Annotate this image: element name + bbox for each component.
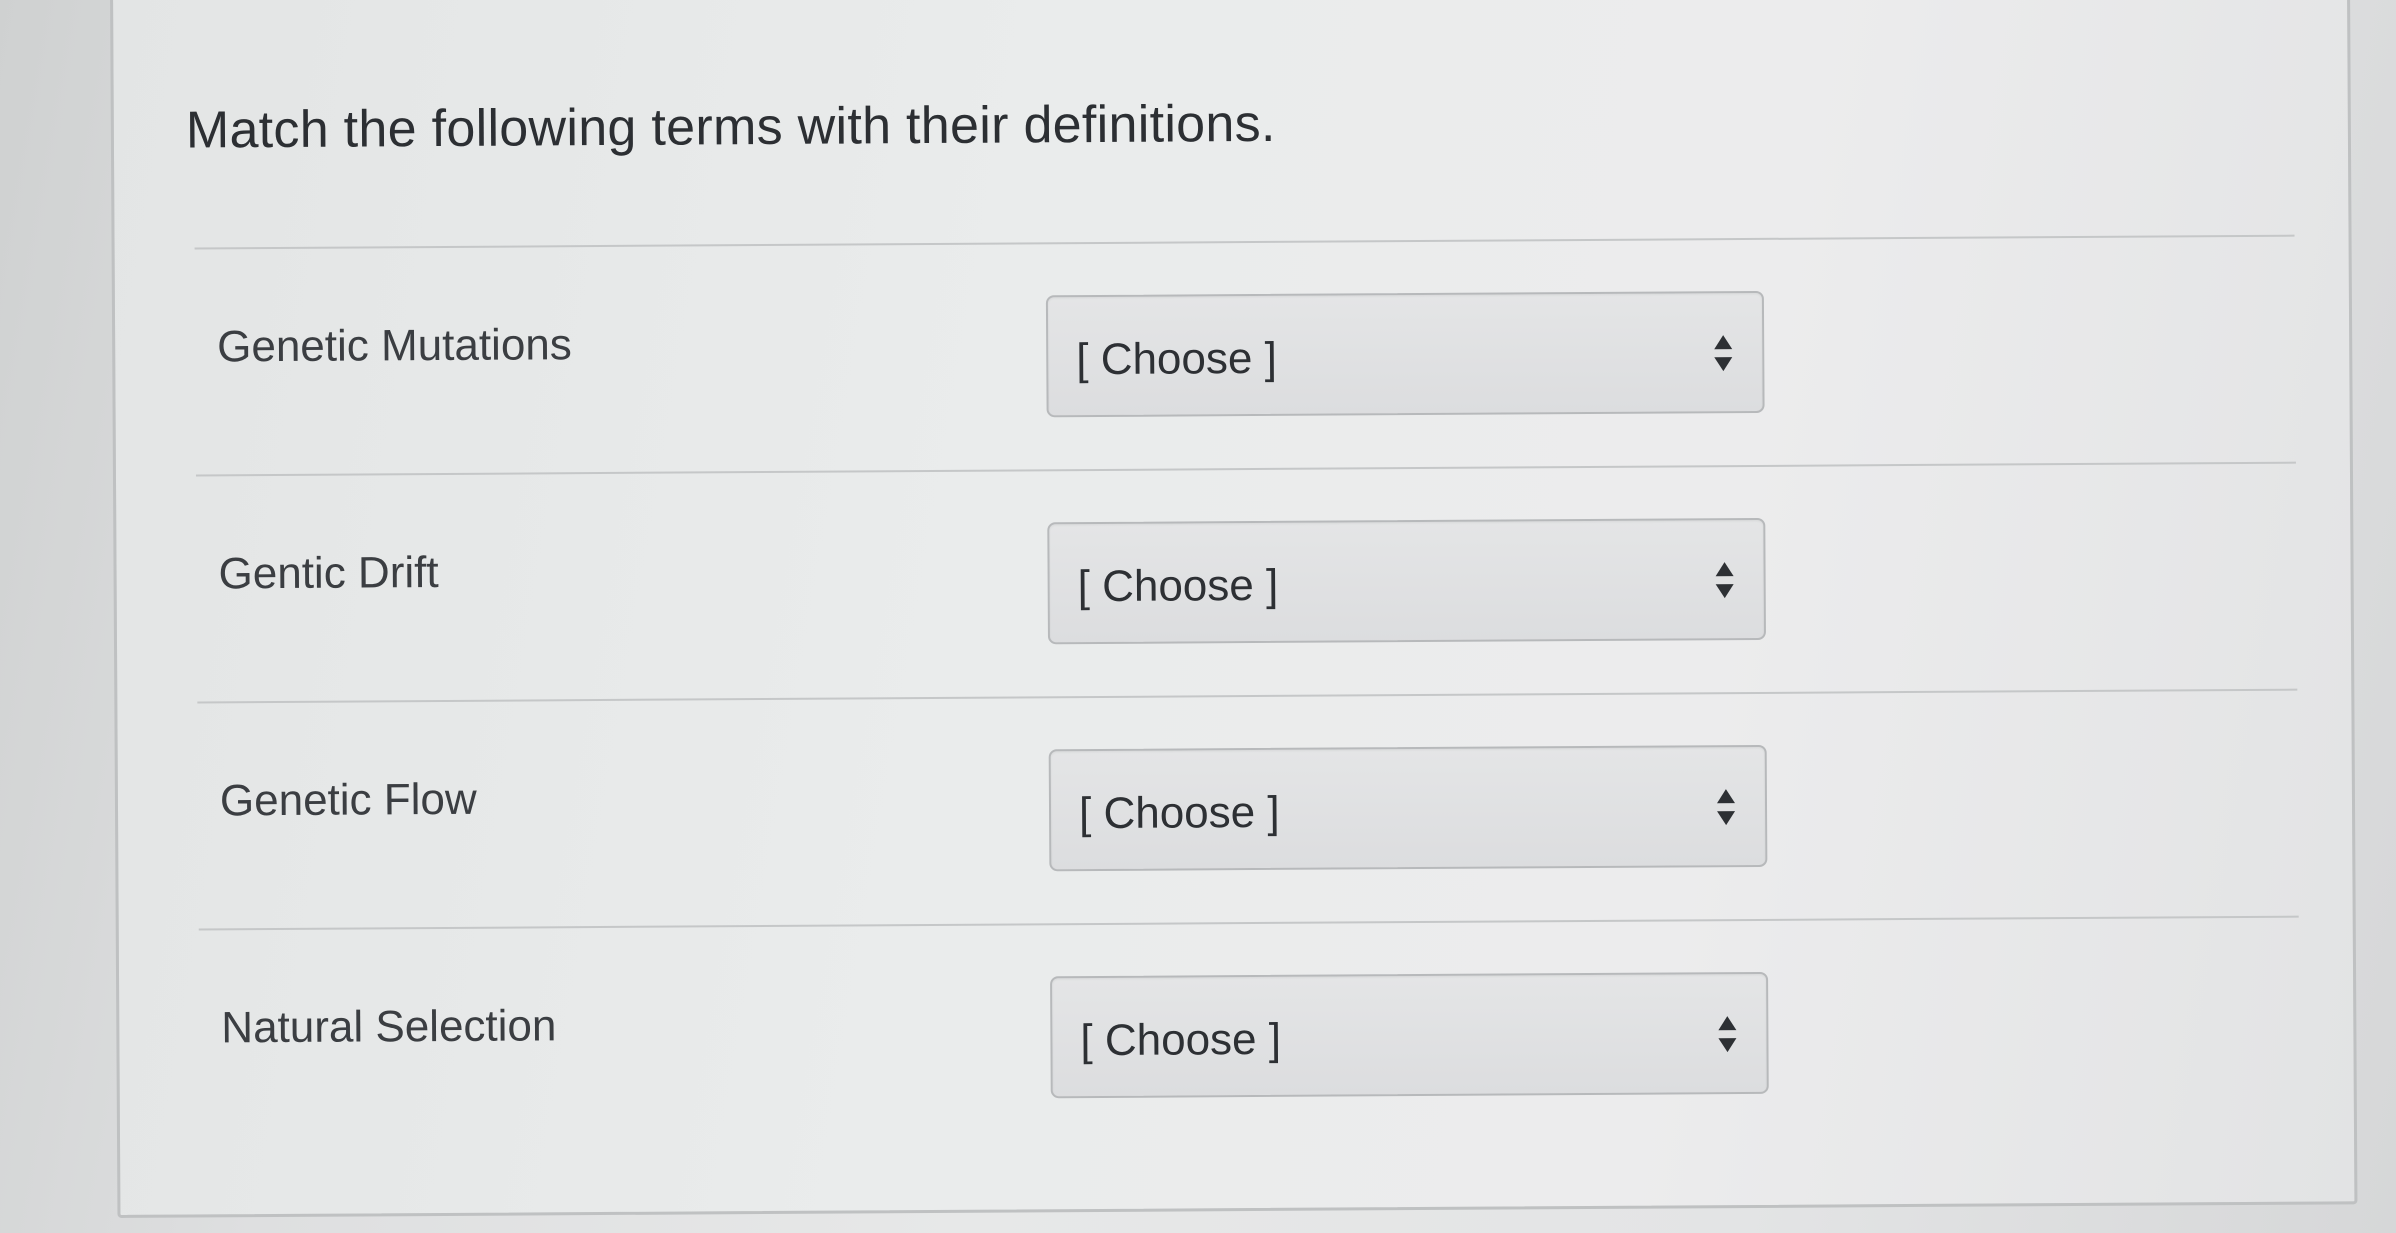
screen: Match the following terms with their def…	[0, 0, 2396, 1233]
up-down-arrows-icon	[1715, 562, 1734, 599]
term-label: Natural Selection	[221, 1001, 557, 1053]
definition-select[interactable]: [ Choose ]	[1047, 517, 1767, 645]
definition-select[interactable]: [ Choose ]	[1050, 971, 1769, 1099]
select-value: [ Choose ]	[1080, 1014, 1282, 1066]
question-card: Match the following terms with their def…	[110, 0, 2358, 1218]
term-label: Gentic Drift	[218, 548, 439, 599]
up-down-arrows-icon	[1718, 1016, 1737, 1053]
term-label: Genetic Flow	[219, 774, 477, 826]
definition-select[interactable]: [ Choose ]	[1045, 290, 1765, 418]
select-value: [ Choose ]	[1076, 333, 1277, 385]
match-row-natural-selection: Natural Selection [ Choose ]	[199, 919, 2300, 1156]
match-row-genetic-mutations: Genetic Mutations [ Choose ]	[195, 238, 2296, 475]
definition-select[interactable]: [ Choose ]	[1048, 744, 1768, 872]
up-down-arrows-icon	[1716, 789, 1736, 826]
match-row-genetic-flow: Genetic Flow [ Choose ]	[197, 692, 2298, 929]
up-down-arrows-icon	[1714, 335, 1733, 372]
term-label: Genetic Mutations	[217, 320, 572, 372]
select-value: [ Choose ]	[1077, 560, 1279, 612]
match-row-gentic-drift: Gentic Drift [ Choose ]	[196, 465, 2297, 702]
question-prompt: Match the following terms with their def…	[185, 94, 1276, 160]
select-value: [ Choose ]	[1078, 787, 1280, 839]
